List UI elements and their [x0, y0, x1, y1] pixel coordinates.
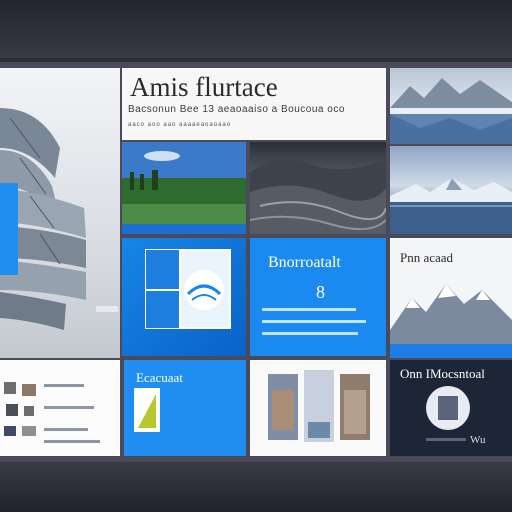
rocky-coast-photo: [250, 159, 386, 234]
tile-forest[interactable]: [122, 142, 246, 234]
profile-tile-title: Onn IMocsntoal: [400, 366, 485, 381]
tile-contacts[interactable]: [0, 360, 120, 456]
tile-lake[interactable]: [390, 146, 512, 234]
windows-window-icon: [145, 249, 231, 329]
tile-mountain[interactable]: Pnn acaad: [390, 238, 512, 358]
snowy-mountain-lake-photo: [390, 178, 512, 234]
tile-hero[interactable]: Amis flurtace Bacsonun Bee 13 aeaoaaiso …: [122, 68, 386, 140]
user-avatar-icon: [426, 386, 470, 430]
windows-logo-icon: [0, 183, 18, 275]
text-line: [262, 308, 356, 311]
tile-gallery[interactable]: [250, 360, 386, 456]
text-line: [262, 320, 366, 323]
top-bar: [0, 0, 512, 58]
contacts-list-icon: [4, 382, 100, 443]
blue-tile-title: Bnorroatalt: [268, 254, 341, 271]
tile-landscape-top[interactable]: [390, 68, 512, 144]
text-line: [262, 332, 358, 335]
hero-title: Amis flurtace: [130, 72, 278, 102]
blue-tile-number: 8: [316, 282, 325, 302]
snow-mountain-photo: [390, 284, 512, 358]
tile-tablet[interactable]: Ecacuaat: [124, 360, 246, 456]
text-line: [426, 438, 466, 441]
bottom-bar: [0, 462, 512, 512]
tile-building[interactable]: [0, 68, 120, 358]
profile-tile-footer: Wu: [470, 434, 486, 446]
tile-blue-text[interactable]: Bnorroatalt 8: [250, 238, 386, 356]
photo-gallery-icon: [268, 370, 370, 442]
forest-lake-photo: [122, 142, 246, 234]
tile-rocks[interactable]: [250, 142, 386, 234]
building-illustration: [0, 108, 118, 330]
hero-meta: aaco aoo aao aaaaeaoaoaao: [128, 122, 232, 128]
tile-windows[interactable]: [122, 238, 246, 356]
hero-subtitle: Bacsonun Bee 13 aeaoaaiso a Boucoua oco: [128, 104, 345, 115]
tablet-icon: [134, 388, 160, 432]
tile-profile[interactable]: Onn IMocsntoal Wu: [390, 360, 512, 456]
mountain-lake-photo: [390, 78, 512, 144]
